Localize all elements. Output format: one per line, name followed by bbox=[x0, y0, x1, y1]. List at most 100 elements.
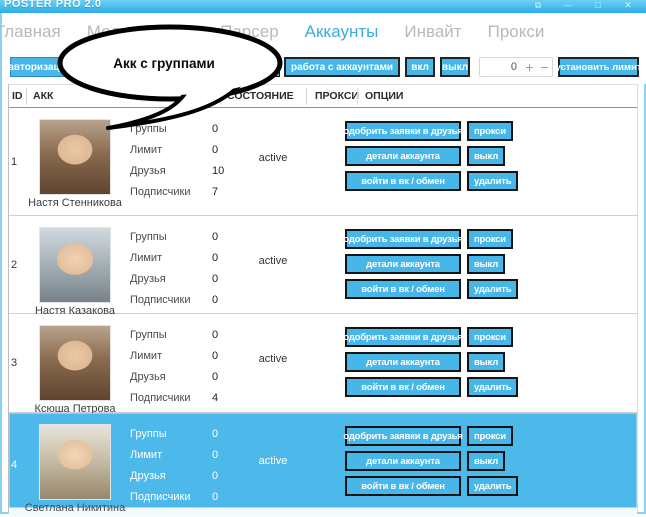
column-header-state: СОСТОЯНИЕ bbox=[227, 90, 294, 102]
close-button[interactable]: ✕ bbox=[620, 0, 636, 11]
limit-increment-button[interactable]: + bbox=[522, 58, 537, 76]
tab-glavnaya[interactable]: Главная bbox=[0, 22, 61, 42]
stat-label-groups: Группы bbox=[130, 428, 167, 440]
table-body: 1 Настя Стенникова Группы 0 Лимит 0 Друз… bbox=[9, 108, 637, 517]
window-title: POSTER PRO 2.0 bbox=[4, 0, 101, 10]
stat-value-groups: 0 bbox=[212, 428, 218, 440]
account-details-button[interactable]: детали аккаунта bbox=[345, 451, 461, 471]
account-state: active bbox=[242, 413, 304, 509]
table-row[interactable]: 2 Настя Казакова Группы 0 Лимит 0 Друзья… bbox=[9, 216, 637, 314]
tab-proxy[interactable]: Прокси bbox=[488, 22, 545, 42]
window-controls: ⧉ — □ ✕ bbox=[530, 0, 636, 11]
account-off-button[interactable]: выкл bbox=[467, 451, 505, 471]
account-name: Настя Стенникова bbox=[15, 197, 135, 209]
account-off-button[interactable]: выкл bbox=[467, 254, 505, 274]
login-vk-exchange-button[interactable]: войти в вк / обмен bbox=[345, 476, 461, 496]
table-left-border bbox=[8, 84, 9, 512]
account-details-button[interactable]: детали аккаунта bbox=[345, 146, 461, 166]
proxy-button[interactable]: прокси bbox=[467, 229, 513, 249]
table-row[interactable]: 3 Ксюша Петрова Группы 0 Лимит 0 Друзья … bbox=[9, 314, 637, 413]
maximize-button[interactable]: □ bbox=[590, 0, 606, 11]
account-id: 3 bbox=[11, 314, 27, 412]
stat-label-groups: Группы bbox=[130, 123, 167, 135]
account-actions: одобрить заявки в друзья прокси детали а… bbox=[345, 327, 518, 397]
account-photo bbox=[40, 120, 110, 194]
proxy-button[interactable]: прокси bbox=[467, 426, 513, 446]
tab-accounts[interactable]: Аккаунты bbox=[305, 22, 379, 42]
delete-account-button[interactable]: удалить bbox=[467, 377, 518, 397]
login-vk-exchange-button[interactable]: войти в вк / обмен bbox=[345, 279, 461, 299]
account-id: 2 bbox=[11, 216, 27, 313]
account-stats: Группы 0 Лимит 0 Друзья 0 Подписчики 0 bbox=[130, 424, 250, 508]
column-divider bbox=[26, 88, 27, 105]
stat-label-friends: Друзья bbox=[130, 371, 166, 383]
stat-value-limit: 0 bbox=[212, 449, 218, 461]
stat-label-friends: Друзья bbox=[130, 273, 166, 285]
stat-value-limit: 0 bbox=[212, 252, 218, 264]
authorize-button[interactable]: авторизация bbox=[10, 57, 70, 77]
stat-value-friends: 0 bbox=[212, 371, 218, 383]
account-details-button[interactable]: детали аккаунта bbox=[345, 254, 461, 274]
stat-label-subscribers: Подписчики bbox=[130, 392, 191, 404]
approve-friend-requests-button[interactable]: одобрить заявки в друзья bbox=[345, 121, 461, 141]
column-header-proxy: ПРОКСИ bbox=[315, 90, 359, 102]
account-off-button[interactable]: выкл bbox=[467, 352, 505, 372]
stat-label-friends: Друзья bbox=[130, 165, 166, 177]
column-header-id: ID bbox=[12, 90, 23, 102]
account-off-button[interactable]: выкл bbox=[467, 146, 505, 166]
stat-value-subscribers: 7 bbox=[212, 186, 218, 198]
account-stats: Группы 0 Лимит 0 Друзья 0 Подписчики 0 bbox=[130, 227, 250, 311]
stat-label-groups: Группы bbox=[130, 329, 167, 341]
stat-value-subscribers: 0 bbox=[212, 491, 218, 503]
stat-value-friends: 0 bbox=[212, 470, 218, 482]
login-vk-exchange-button[interactable]: войти в вк / обмен bbox=[345, 171, 461, 191]
titlebar: POSTER PRO 2.0 ⧉ — □ ✕ bbox=[0, 0, 646, 13]
delete-account-button[interactable]: удалить bbox=[467, 171, 518, 191]
app-window-icon: ⧉ bbox=[530, 0, 546, 11]
table-row[interactable]: 4 Светлана Никитина Группы 0 Лимит 0 Дру… bbox=[9, 413, 637, 517]
approve-friend-requests-button[interactable]: одобрить заявки в друзья bbox=[345, 327, 461, 347]
minimize-button[interactable]: — bbox=[560, 0, 576, 11]
covered-button-edge[interactable] bbox=[266, 57, 280, 77]
column-header-options: ОПЦИИ bbox=[365, 90, 403, 102]
login-vk-exchange-button[interactable]: войти в вк / обмен bbox=[345, 377, 461, 397]
account-name: Светлана Никитина bbox=[15, 502, 135, 514]
stat-value-limit: 0 bbox=[212, 144, 218, 156]
table-header: ID АКК СОСТОЯНИЕ ПРОКСИ ОПЦИИ bbox=[9, 84, 637, 108]
stat-label-limit: Лимит bbox=[130, 449, 162, 461]
account-photo bbox=[40, 228, 110, 302]
tab-invite[interactable]: Инвайт bbox=[404, 22, 461, 42]
scrollbar-track bbox=[637, 84, 638, 512]
stat-value-friends: 10 bbox=[212, 165, 224, 177]
limit-decrement-button[interactable]: − bbox=[537, 58, 552, 76]
delete-account-button[interactable]: удалить bbox=[467, 476, 518, 496]
set-limit-button[interactable]: установить лимит bbox=[558, 57, 639, 77]
work-with-accounts-button[interactable]: работа с аккаунтами bbox=[284, 57, 400, 77]
limit-value: 0 bbox=[480, 61, 522, 73]
approve-friend-requests-button[interactable]: одобрить заявки в друзья bbox=[345, 426, 461, 446]
account-state: active bbox=[242, 314, 304, 404]
column-header-acc: АКК bbox=[33, 90, 53, 102]
off-button[interactable]: выкл bbox=[440, 57, 470, 77]
account-details-button[interactable]: детали аккаунта bbox=[345, 352, 461, 372]
stat-label-subscribers: Подписчики bbox=[130, 294, 191, 306]
on-button[interactable]: вкл bbox=[405, 57, 435, 77]
limit-spinner: 0 + − bbox=[479, 57, 553, 77]
approve-friend-requests-button[interactable]: одобрить заявки в друзья bbox=[345, 229, 461, 249]
stat-value-groups: 0 bbox=[212, 123, 218, 135]
stat-label-subscribers: Подписчики bbox=[130, 186, 191, 198]
toolbar: авторизация работа с аккаунтами вкл выкл… bbox=[2, 50, 646, 84]
table-row[interactable]: 1 Настя Стенникова Группы 0 Лимит 0 Друз… bbox=[9, 108, 637, 216]
proxy-button[interactable]: прокси bbox=[467, 121, 513, 141]
app-window: { "window": { "title": "POSTER PRO 2.0",… bbox=[0, 0, 646, 514]
stat-label-limit: Лимит bbox=[130, 144, 162, 156]
stat-value-limit: 0 bbox=[212, 350, 218, 362]
tab-mediafiles[interactable]: Медиафайлы bbox=[87, 22, 194, 42]
proxy-button[interactable]: прокси bbox=[467, 327, 513, 347]
stat-value-groups: 0 bbox=[212, 231, 218, 243]
account-state: active bbox=[242, 108, 304, 207]
delete-account-button[interactable]: удалить bbox=[467, 279, 518, 299]
tab-parser[interactable]: Парсер bbox=[220, 22, 279, 42]
account-stats: Группы 0 Лимит 0 Друзья 0 Подписчики 4 bbox=[130, 325, 250, 409]
column-divider bbox=[357, 88, 358, 105]
